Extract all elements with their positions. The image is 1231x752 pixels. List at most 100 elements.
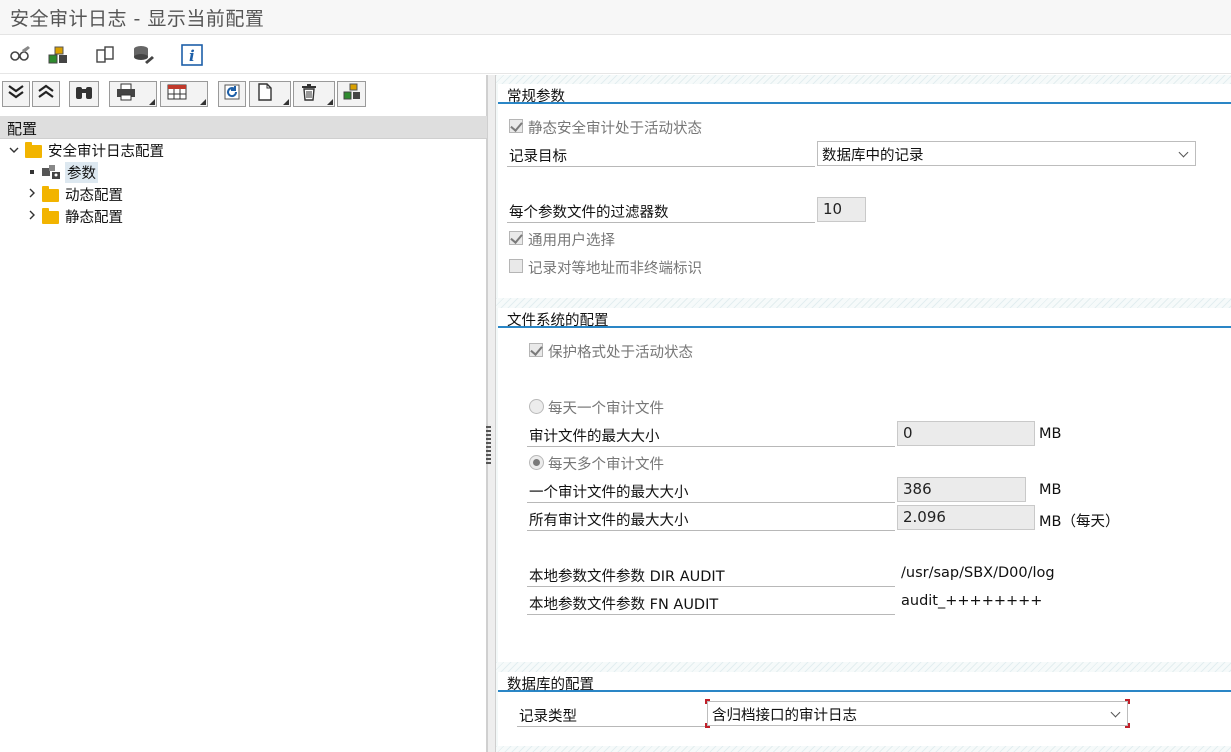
splitter-grip-icon[interactable] (486, 426, 491, 466)
folder-icon (42, 186, 59, 202)
tree-node-dynamic[interactable]: 动态配置 (0, 183, 487, 205)
delete-icon (301, 83, 317, 105)
layout-button[interactable] (160, 81, 208, 107)
find-button[interactable] (69, 81, 99, 107)
filters-label: 每个参数文件的过滤器数 (509, 205, 669, 221)
field-underline (527, 614, 895, 615)
folder-icon (42, 208, 59, 224)
delete-dropdown-icon (327, 99, 333, 105)
focus-corner (705, 723, 710, 728)
transport-icon (343, 83, 361, 105)
one-file-max-field[interactable]: 386 (897, 477, 1026, 502)
peer-address-checkbox[interactable] (509, 259, 523, 273)
section-header: 文件系统的配置 (498, 308, 1231, 329)
focus-corner (1125, 723, 1130, 728)
delete-button[interactable] (293, 81, 335, 107)
dir-audit-label: 本地参数文件参数 DIR AUDIT (529, 569, 725, 585)
general-section: 常规参数 静态安全审计处于活动状态 记录目标 数据库中的记录 每个参数文件的过滤… (498, 84, 1231, 298)
chevron-down-icon[interactable] (1110, 707, 1121, 718)
field-underline (527, 586, 895, 587)
filesystem-section: 文件系统的配置 保护格式处于活动状态 每天一个审计文件 审计文件的最大大小 0 … (498, 308, 1231, 662)
multi-files-radio[interactable] (529, 455, 544, 470)
one-file-max-value: 386 (903, 480, 932, 498)
info-icon[interactable]: i (179, 42, 205, 68)
record-type-value: 含归档接口的审计日志 (712, 708, 857, 724)
record-type-select[interactable]: 含归档接口的审计日志 (707, 701, 1128, 726)
section-title: 数据库的配置 (507, 677, 594, 693)
section-header: 数据库的配置 (498, 672, 1231, 693)
record-target-select[interactable]: 数据库中的记录 (817, 141, 1196, 166)
collapse-all-icon (37, 83, 55, 105)
print-button[interactable] (109, 81, 157, 107)
field-underline (517, 726, 705, 727)
tree-item-label: 静态配置 (65, 210, 123, 226)
tree-toolbar (0, 75, 487, 115)
print-dropdown-icon (149, 99, 155, 105)
chevron-right-icon[interactable] (27, 210, 37, 220)
one-file-max-unit: MB (1039, 482, 1062, 498)
one-file-max-label: 一个审计文件的最大大小 (529, 485, 689, 501)
generic-user-checkbox[interactable] (509, 231, 523, 245)
expand-all-button[interactable] (2, 81, 30, 107)
filters-value: 10 (823, 200, 843, 218)
max-size-value: 0 (903, 424, 913, 442)
section-header: 常规参数 (498, 84, 1231, 105)
tree-root-label: 安全审计日志配置 (48, 144, 164, 160)
transport-button[interactable] (337, 81, 366, 107)
expand-all-icon (7, 83, 25, 105)
hatch-divider (496, 662, 1231, 672)
transport-change-icon[interactable] (45, 42, 71, 68)
multi-files-label: 每天多个审计文件 (548, 457, 664, 473)
all-files-max-field[interactable]: 2.096 (897, 505, 1035, 530)
tree-column-header: 配置 (0, 116, 487, 139)
record-type-label: 记录类型 (519, 709, 577, 725)
one-file-radio[interactable] (529, 399, 544, 414)
all-files-max-label: 所有审计文件的最大大小 (529, 513, 689, 529)
tree-header-label: 配置 (7, 120, 38, 138)
open-folder-icon (25, 142, 42, 158)
focus-corner (705, 699, 710, 704)
tree-node-static[interactable]: 静态配置 (0, 205, 487, 227)
pane-splitter[interactable] (487, 75, 496, 752)
field-underline (507, 222, 815, 223)
fn-audit-value: audit_++++++++ (901, 593, 1043, 609)
svg-text:i: i (189, 47, 195, 65)
static-active-label: 静态安全审计处于活动状态 (528, 121, 702, 137)
all-files-max-unit: MB（每天） (1039, 514, 1120, 530)
refresh-icon (223, 83, 241, 105)
tree-node-root[interactable]: 安全审计日志配置 (0, 139, 487, 161)
new-dropdown-icon (283, 99, 289, 105)
chevron-right-icon[interactable] (27, 188, 37, 198)
new-button[interactable] (249, 81, 291, 107)
hatch-divider (496, 298, 1231, 308)
collapse-all-button[interactable] (32, 81, 60, 107)
refresh-button[interactable] (218, 81, 246, 107)
copy-icon[interactable] (92, 42, 118, 68)
leaf-bullet-icon (30, 170, 34, 174)
filters-field[interactable]: 10 (817, 197, 866, 222)
max-size-label: 审计文件的最大大小 (529, 429, 660, 445)
field-underline (527, 502, 895, 503)
max-size-field[interactable]: 0 (897, 421, 1035, 446)
protect-format-checkbox[interactable] (529, 343, 543, 357)
layout-icon (167, 84, 187, 104)
peer-address-label: 记录对等地址而非终端标识 (528, 261, 702, 277)
title-bar: 安全审计日志 - 显示当前配置 (0, 0, 1231, 35)
parameters-icon (41, 164, 61, 184)
focus-corner (1125, 699, 1130, 704)
chevron-down-icon[interactable] (9, 145, 19, 155)
database-edit-icon[interactable] (130, 42, 156, 68)
section-title: 常规参数 (507, 89, 565, 105)
chevron-down-icon[interactable] (1178, 147, 1189, 158)
field-underline (527, 446, 895, 447)
protect-format-label: 保护格式处于活动状态 (548, 345, 693, 361)
one-file-label: 每天一个审计文件 (548, 401, 664, 417)
record-target-value: 数据库中的记录 (822, 148, 924, 164)
hatch-divider (496, 746, 1231, 752)
glasses-display-icon[interactable] (7, 42, 33, 68)
dir-audit-value: /usr/sap/SBX/D00/log (901, 565, 1055, 581)
print-icon (116, 83, 136, 105)
field-underline (527, 530, 895, 531)
static-active-checkbox[interactable] (509, 119, 523, 133)
tree-node-parameters[interactable]: 参数 (0, 161, 487, 183)
